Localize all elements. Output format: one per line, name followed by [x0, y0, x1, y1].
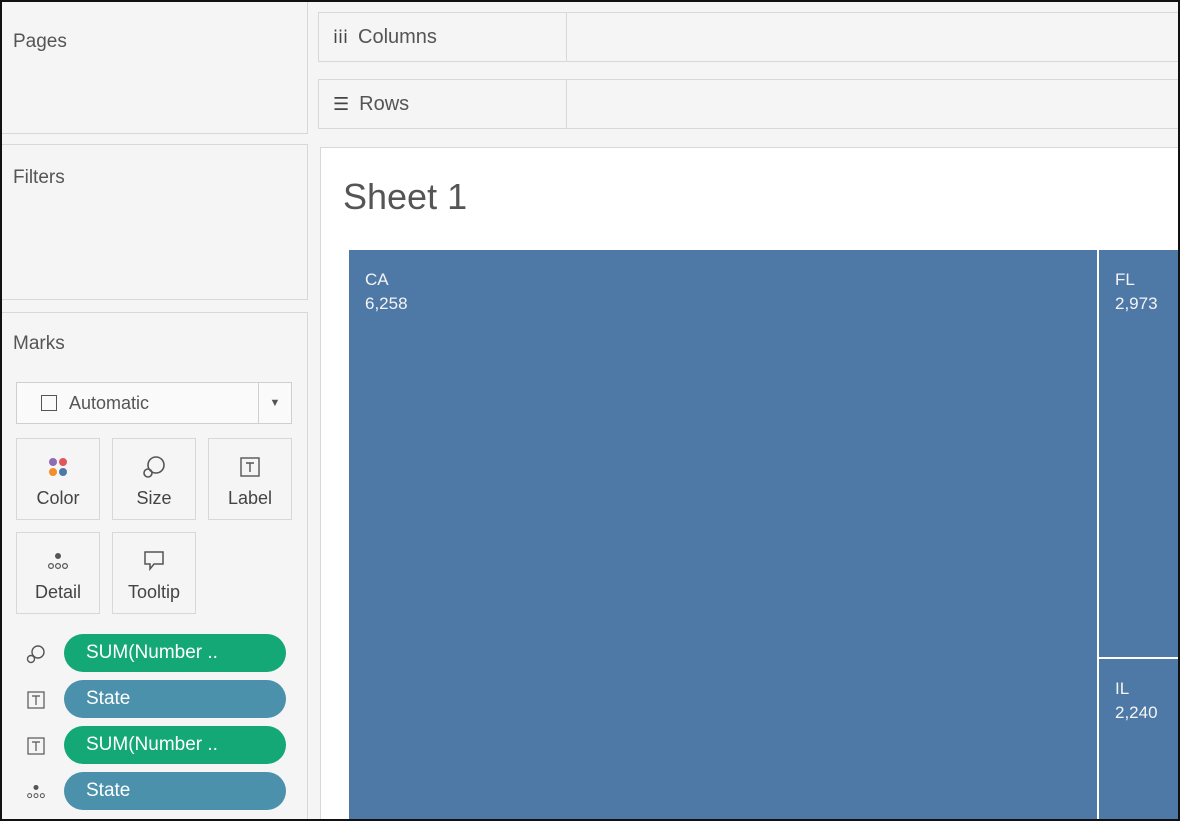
pages-card[interactable]: Pages: [2, 2, 308, 134]
rows-shelf-label: ☰ Rows: [319, 80, 567, 128]
detail-label: Detail: [34, 582, 82, 602]
treemap-tile-ca[interactable]: CA 6,258: [349, 250, 1097, 819]
label-button[interactable]: Label: [208, 438, 292, 520]
marks-pill-row: State: [22, 772, 292, 812]
pages-title: Pages: [13, 31, 67, 52]
size-icon: [26, 645, 45, 664]
detail-state-pill[interactable]: State: [64, 772, 286, 810]
columns-shelf[interactable]: iii Columns: [318, 12, 1178, 62]
size-button[interactable]: Size: [112, 438, 196, 520]
size-pill[interactable]: SUM(Number ..: [64, 634, 286, 672]
marks-title: Marks: [13, 333, 65, 354]
tile-fl-value: 2,973: [1115, 294, 1158, 313]
mark-type-dropdown[interactable]: Automatic ▼: [16, 382, 292, 424]
treemap-tile-il[interactable]: IL 2,240: [1099, 659, 1178, 819]
tile-il-value: 2,240: [1115, 703, 1158, 722]
color-icon: [17, 453, 99, 481]
tooltip-icon: [113, 547, 195, 575]
tile-il-state: IL: [1115, 679, 1130, 698]
tableau-workspace: Pages Filters Marks Automatic ▼ Color Si…: [0, 0, 1180, 821]
mark-type-value: Automatic: [69, 392, 150, 413]
tile-fl-state: FL: [1115, 270, 1135, 289]
rows-icon: ☰: [333, 93, 350, 115]
tile-ca-value: 6,258: [365, 294, 408, 313]
marks-pill-row: State: [22, 680, 292, 720]
sheet-title[interactable]: Sheet 1: [343, 176, 467, 218]
detail-icon: [17, 547, 99, 575]
rows-shelf[interactable]: ☰ Rows: [318, 79, 1178, 129]
label-label: Label: [227, 488, 273, 508]
label-state-pill[interactable]: State: [64, 680, 286, 718]
label-icon: [27, 691, 45, 709]
filters-card[interactable]: Filters: [2, 144, 308, 300]
text-label-icon: [209, 453, 291, 481]
detail-button[interactable]: Detail: [16, 532, 100, 614]
treemap-tile-fl[interactable]: FL 2,973: [1099, 250, 1178, 657]
sheet-view: Sheet 1 CA 6,258 FL 2,973 IL 2,240: [320, 147, 1178, 819]
tile-il-text: IL 2,240: [1115, 677, 1158, 725]
size-label: Size: [136, 488, 172, 508]
label-icon: [27, 737, 45, 755]
columns-shelf-label: iii Columns: [319, 13, 567, 61]
columns-label: Columns: [358, 25, 437, 48]
tile-fl-text: FL 2,973: [1115, 268, 1158, 316]
tile-ca-state: CA: [365, 270, 389, 289]
marks-pill-row: SUM(Number ..: [22, 726, 292, 766]
rows-label: Rows: [359, 92, 410, 115]
label-measure-pill[interactable]: SUM(Number ..: [64, 726, 286, 764]
color-label: Color: [36, 488, 80, 508]
tile-ca-text: CA 6,258: [365, 268, 408, 316]
square-mark-icon: [41, 395, 57, 411]
marks-pill-row: SUM(Number ..: [22, 634, 292, 674]
treemap: CA 6,258 FL 2,973 IL 2,240: [349, 250, 1178, 819]
chevron-down-icon[interactable]: ▼: [258, 383, 291, 423]
color-button[interactable]: Color: [16, 438, 100, 520]
size-icon: [113, 453, 195, 481]
filters-title: Filters: [13, 167, 65, 188]
detail-icon: [27, 784, 45, 799]
tooltip-label: Tooltip: [127, 582, 181, 602]
columns-icon: iii: [333, 26, 349, 48]
tooltip-button[interactable]: Tooltip: [112, 532, 196, 614]
